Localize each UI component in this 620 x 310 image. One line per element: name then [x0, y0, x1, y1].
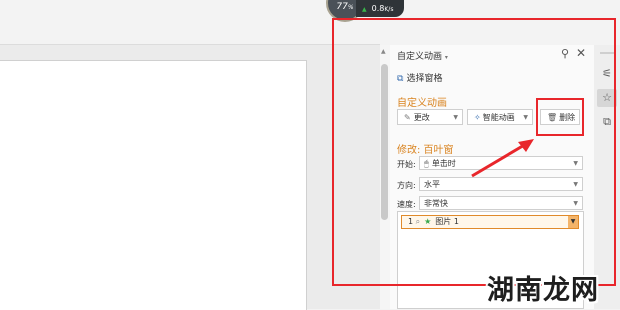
- smart-animation-icon: ✧: [474, 113, 481, 122]
- chevron-down-icon: ▼: [573, 181, 578, 188]
- scroll-up-icon[interactable]: ▲: [381, 48, 386, 55]
- speed-select[interactable]: 非常快 ▼: [419, 196, 583, 210]
- sidebar-grip: [600, 52, 614, 54]
- document-toolbar-area: [0, 0, 620, 44]
- sliders-icon[interactable]: ⚟: [597, 65, 617, 83]
- transition-icon[interactable]: ⧉: [597, 113, 617, 131]
- star-icon: ★: [424, 217, 432, 226]
- selection-pane-link[interactable]: ⧉ 选择窗格: [397, 71, 442, 84]
- delete-button[interactable]: 🗑 删除: [540, 109, 580, 125]
- start-label: 开始:: [397, 160, 416, 169]
- animation-list-item[interactable]: 1 ⌕ ★ 图片 1 ▼: [401, 215, 579, 229]
- direction-label: 方向:: [397, 181, 416, 190]
- speed-label: 速度:: [397, 200, 416, 209]
- panel-title[interactable]: 自定义动画 ▾: [397, 49, 448, 62]
- pin-icon[interactable]: ⚲: [561, 47, 569, 60]
- trash-icon: 🗑: [547, 113, 558, 122]
- watermark-text: 湖南龙网: [487, 275, 599, 306]
- mouse-icon: 🖱: [424, 159, 429, 168]
- close-icon[interactable]: ✕: [576, 46, 586, 60]
- chevron-down-icon: ▼: [573, 200, 578, 207]
- chevron-down-icon[interactable]: ▼: [568, 216, 578, 228]
- animation-star-icon[interactable]: ☆: [597, 89, 617, 107]
- section-modify-effect: 修改: 百叶窗: [397, 145, 454, 156]
- scroll-thumb[interactable]: [381, 64, 388, 220]
- chevron-down-icon: ▼: [523, 114, 528, 121]
- up-arrow-icon: ▲: [362, 6, 367, 13]
- pencil-icon: ✎: [404, 113, 411, 122]
- slide-page[interactable]: [0, 60, 307, 310]
- start-select[interactable]: 🖱 单击时 ▼: [419, 156, 583, 170]
- speed-widget[interactable]: 77% ▲ 0.8K/s: [326, 0, 406, 22]
- mouse-icon: ⌕: [415, 217, 421, 226]
- chevron-down-icon: ▼: [573, 160, 578, 167]
- network-speed: ▲ 0.8K/s: [356, 0, 404, 17]
- selection-pane-icon: ⧉: [397, 74, 404, 84]
- smart-animation-button[interactable]: ✧ 智能动画 ▼: [467, 109, 533, 125]
- direction-select[interactable]: 水平 ▼: [419, 177, 583, 191]
- change-button[interactable]: ✎ 更改 ▼: [397, 109, 463, 125]
- chevron-down-icon: ▼: [453, 114, 458, 121]
- section-custom-animation: 自定义动画: [397, 98, 447, 109]
